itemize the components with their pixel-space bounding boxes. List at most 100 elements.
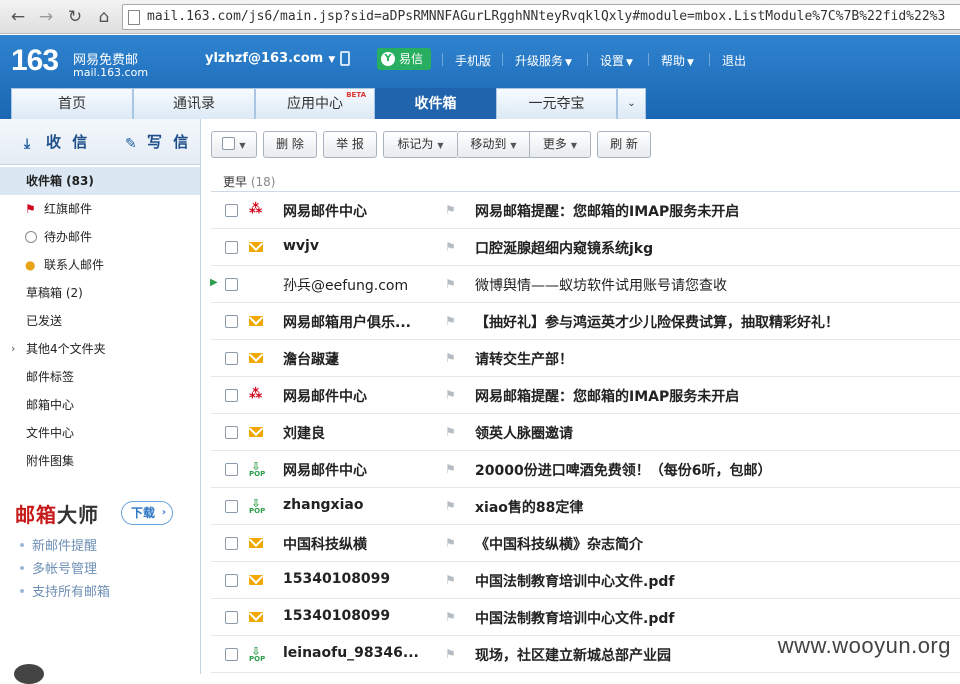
mobile-phone-icon[interactable] — [340, 51, 350, 66]
tab-home[interactable]: 首页 — [11, 88, 133, 119]
feature-item: 支持所有邮箱 — [20, 581, 110, 600]
tab-contacts[interactable]: 通讯录 — [133, 88, 255, 119]
row-checkbox[interactable] — [225, 574, 238, 587]
sidebar-item-file-center[interactable]: 文件中心 — [0, 419, 200, 447]
subject[interactable]: 口腔涎腺超细内窥镜系统jkg — [475, 238, 653, 258]
sidebar-item-red-flag[interactable]: ⚑ 红旗邮件 — [0, 195, 200, 223]
group-header[interactable]: 更早 (18) — [211, 168, 960, 192]
mobile-version-link[interactable]: 手机版 — [455, 52, 491, 69]
subject[interactable]: 现场，社区建立新城总部产业园 — [475, 645, 671, 665]
table-row[interactable]: ⁂ 网易邮件中心 ⚑ 网易邮箱提醒：您邮箱的IMAP服务未开启 — [211, 192, 960, 229]
subject[interactable]: 中国法制教育培训中心文件.pdf — [475, 608, 674, 628]
sidebar-item-contacts-mail[interactable]: ● 联系人邮件 — [0, 251, 200, 279]
subject[interactable]: 中国法制教育培训中心文件.pdf — [475, 571, 674, 591]
logo-number[interactable]: 163 — [11, 44, 59, 78]
row-checkbox[interactable] — [225, 426, 238, 439]
compose-mail-button[interactable]: ✎ 写 信 — [125, 131, 191, 152]
more-dropdown[interactable]: 更多 ▼ — [529, 131, 591, 158]
subject[interactable]: 网易邮箱提醒：您邮箱的IMAP服务未开启 — [475, 386, 739, 406]
table-row[interactable]: 15340108099 ⚑ 中国法制教育培训中心文件.pdf — [211, 599, 960, 636]
row-checkbox[interactable] — [225, 278, 238, 291]
tab-more-dropdown[interactable]: ⌄ — [617, 88, 646, 119]
table-row[interactable]: ⁂ 网易邮件中心 ⚑ 网易邮箱提醒：您邮箱的IMAP服务未开启 — [211, 377, 960, 414]
sidebar-item-labels[interactable]: 邮件标签 — [0, 363, 200, 391]
row-checkbox[interactable] — [225, 352, 238, 365]
refresh-button[interactable]: 刷 新 — [597, 131, 651, 158]
row-checkbox[interactable] — [225, 537, 238, 550]
subject[interactable]: 网易邮箱提醒：您邮箱的IMAP服务未开启 — [475, 201, 739, 221]
home-icon[interactable]: ⌂ — [92, 5, 116, 29]
scroll-handle[interactable] — [14, 664, 44, 684]
forward-icon[interactable]: → — [34, 5, 58, 29]
table-row[interactable]: ⇩ POP zhangxiao ⚑ xiao售的88定律 — [211, 488, 960, 525]
row-checkbox[interactable] — [225, 241, 238, 254]
yixin-button[interactable]: Y 易信 — [377, 48, 431, 70]
sidebar-item-attachments[interactable]: 附件图集 — [0, 447, 200, 475]
user-account-menu[interactable]: ylzhzf@163.com ▼ — [205, 51, 335, 66]
table-row[interactable]: ▶ 孙兵@eefung.com ⚑ 微博舆情——蚁坊软件试用账号请您查收 — [210, 266, 960, 303]
row-checkbox[interactable] — [225, 463, 238, 476]
row-checkbox[interactable] — [225, 648, 238, 661]
move-to-dropdown[interactable]: 移动到 ▼ — [457, 131, 529, 158]
flag-icon[interactable]: ⚑ — [445, 425, 456, 439]
flag-icon[interactable]: ⚑ — [445, 351, 456, 365]
sidebar-item-inbox[interactable]: 收件箱 (83) — [0, 167, 200, 195]
chevron-right-icon[interactable]: › — [11, 335, 15, 363]
flag-icon[interactable]: ⚑ — [445, 462, 456, 476]
report-spam-button[interactable]: 举 报 — [323, 131, 377, 158]
sidebar-item-other-folders[interactable]: › 其他4个文件夹 — [0, 335, 200, 363]
table-row[interactable]: wvjv ⚑ 口腔涎腺超细内窥镜系统jkg — [211, 229, 960, 266]
sender: 中国科技纵横 — [283, 537, 367, 553]
sidebar-item-drafts[interactable]: 草稿箱 (2) — [0, 279, 200, 307]
flag-icon[interactable]: ⚑ — [445, 499, 456, 513]
sidebar-item-mailbox-center[interactable]: 邮箱中心 — [0, 391, 200, 419]
reload-icon[interactable]: ↻ — [63, 5, 87, 29]
tab-app-center[interactable]: 应用中心 BETA — [255, 88, 375, 119]
row-checkbox[interactable] — [225, 204, 238, 217]
chevron-down-icon: ⌄ — [627, 98, 636, 109]
flag-icon[interactable]: ⚑ — [445, 203, 456, 217]
select-all-dropdown[interactable]: ▼ — [211, 131, 257, 158]
receive-mail-button[interactable]: ⤓ 收 信 — [24, 131, 90, 152]
row-checkbox[interactable] — [225, 500, 238, 513]
table-row[interactable]: 澹台踧蘧 ⚑ 请转交生产部！ — [211, 340, 960, 377]
sidebar-item-todo[interactable]: 待办邮件 — [0, 223, 200, 251]
flag-icon[interactable]: ⚑ — [445, 240, 456, 254]
address-bar[interactable]: mail.163.com/js6/main.jsp?sid=aDPsRMNNFA… — [122, 4, 960, 30]
sidebar-item-sent[interactable]: 已发送 — [0, 307, 200, 335]
mail-master-logo[interactable]: 邮箱大师 — [15, 499, 99, 528]
help-menu[interactable]: 帮助 ▼ — [661, 52, 694, 69]
table-row[interactable]: 网易邮箱用户俱乐... ⚑ 【抽好礼】参与鸿运英才少儿险保费试算，抽取精彩好礼！ — [211, 303, 960, 340]
subject[interactable]: 【抽好礼】参与鸿运英才少儿险保费试算，抽取精彩好礼！ — [475, 312, 839, 332]
subject[interactable]: 《中国科技纵横》杂志简介 — [475, 534, 643, 554]
settings-menu[interactable]: 设置 ▼ — [600, 52, 633, 69]
logout-link[interactable]: 退出 — [722, 52, 746, 69]
flag-icon[interactable]: ⚑ — [445, 536, 456, 550]
flag-icon[interactable]: ⚑ — [445, 314, 456, 328]
flag-icon[interactable]: ⚑ — [445, 277, 456, 291]
upgrade-service-menu[interactable]: 升级服务 ▼ — [515, 52, 572, 69]
subject[interactable]: 微博舆情——蚁坊软件试用账号请您查收 — [475, 275, 727, 295]
mark-as-dropdown[interactable]: 标记为 ▼ — [383, 131, 457, 158]
row-checkbox[interactable] — [225, 315, 238, 328]
row-checkbox[interactable] — [225, 389, 238, 402]
download-button[interactable]: 下载 › — [121, 501, 173, 525]
tab-inbox[interactable]: 收件箱 — [375, 88, 496, 119]
delete-button[interactable]: 删 除 — [263, 131, 317, 158]
flag-icon[interactable]: ⚑ — [445, 573, 456, 587]
table-row[interactable]: ⇩ POP 网易邮件中心 ⚑ 20000份进口啤酒免费领！（每份6听，包邮） — [211, 451, 960, 488]
table-row[interactable]: 中国科技纵横 ⚑ 《中国科技纵横》杂志简介 — [211, 525, 960, 562]
flag-icon[interactable]: ⚑ — [445, 647, 456, 661]
flag-icon[interactable]: ⚑ — [445, 388, 456, 402]
table-row[interactable]: 刘建良 ⚑ 领英人脉圈邀请 — [211, 414, 960, 451]
subject[interactable]: 领英人脉圈邀请 — [475, 423, 573, 443]
row-checkbox[interactable] — [225, 611, 238, 624]
back-icon[interactable]: ← — [6, 5, 30, 29]
subject[interactable]: 20000份进口啤酒免费领！（每份6听，包邮） — [475, 460, 771, 480]
subject[interactable]: 请转交生产部！ — [475, 349, 573, 369]
table-row[interactable]: 15340108099 ⚑ 中国法制教育培训中心文件.pdf — [211, 562, 960, 599]
sender: 刘建良 — [283, 426, 325, 442]
tab-one-yuan[interactable]: 一元夺宝 — [496, 88, 617, 119]
subject[interactable]: xiao售的88定律 — [475, 497, 583, 517]
flag-icon[interactable]: ⚑ — [445, 610, 456, 624]
